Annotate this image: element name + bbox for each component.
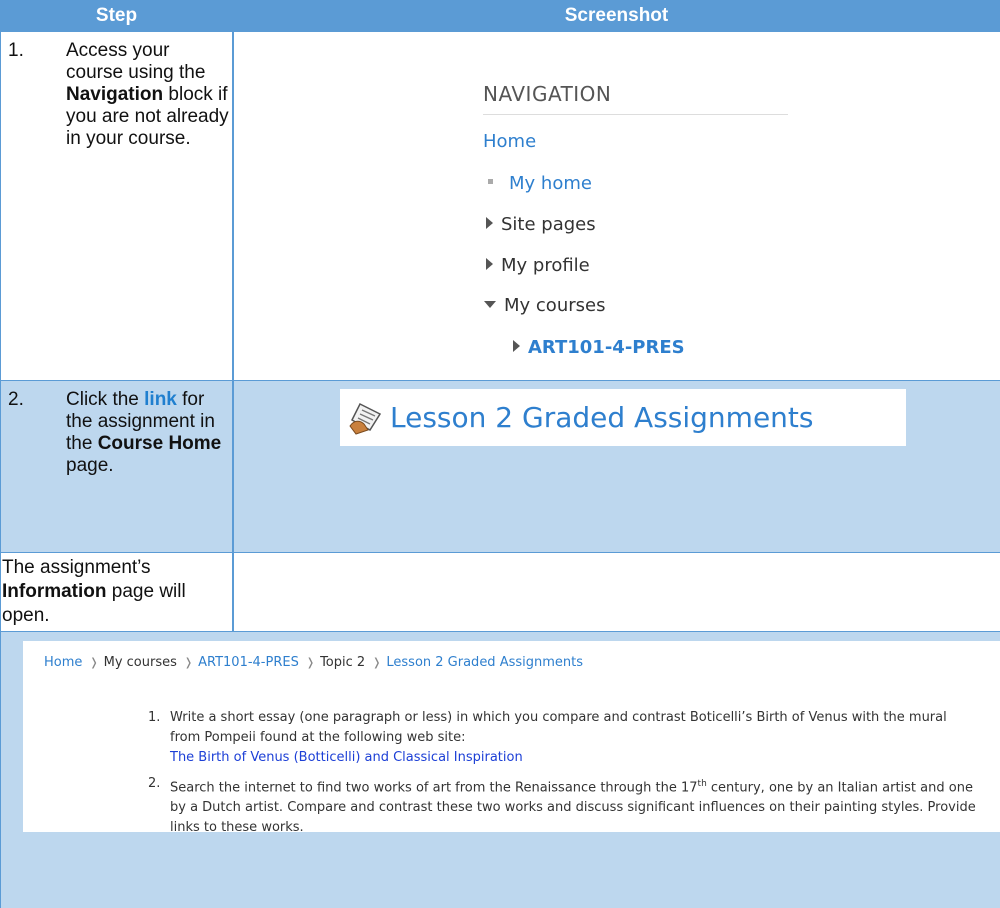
- assignment-item-2: 2. Search the internet to find two works…: [148, 776, 976, 836]
- nav-my-home[interactable]: My home: [483, 173, 592, 194]
- column-divider: [232, 32, 234, 632]
- assignment-list: 1. Write a short essay (one paragraph or…: [148, 708, 978, 844]
- assignment-page-screenshot: Home ❭ My courses ❭ ART101-4-PRES ❭ Topic 2 ❭ Le…: [23, 641, 1000, 835]
- step-1: 1. Access your course using the Navigati…: [0, 32, 232, 380]
- breadcrumb-topic: Topic 2: [320, 655, 366, 670]
- assignment-icon: [349, 402, 382, 435]
- breadcrumb-course[interactable]: ART101-4-PRES: [198, 655, 299, 670]
- header-step: Step: [0, 0, 233, 32]
- navigation-title: NAVIGATION: [483, 82, 788, 115]
- row-divider: [0, 631, 1000, 632]
- step-number: 2.: [8, 389, 24, 410]
- breadcrumb: Home ❭ My courses ❭ ART101-4-PRES ❭ Topic 2 ❭ Le…: [44, 655, 584, 670]
- nav-home[interactable]: Home: [483, 131, 536, 152]
- step-text: Click the link for the assignment in the…: [66, 389, 222, 476]
- navigation-block: NAVIGATION: [483, 82, 788, 115]
- lesson-link[interactable]: Lesson 2 Graded Assignments: [340, 389, 906, 446]
- nav-my-courses[interactable]: My courses: [484, 295, 605, 316]
- expand-arrow-icon: [513, 340, 520, 352]
- step-number: 1.: [8, 40, 24, 61]
- collapse-arrow-icon: [484, 301, 496, 308]
- step-text: Access your course using the Navigation …: [66, 40, 229, 149]
- breadcrumb-my-courses: My courses: [103, 655, 177, 670]
- expand-arrow-icon: [486, 217, 493, 229]
- step-2: 2. Click the link for the assignment in …: [0, 381, 232, 552]
- breadcrumb-lesson[interactable]: Lesson 2 Graded Assignments: [386, 655, 583, 670]
- nav-course-art101[interactable]: ART101-4-PRES: [513, 337, 685, 358]
- instruction-table: Step Screenshot 1. Access your course us…: [0, 0, 1000, 908]
- nav-my-profile[interactable]: My profile: [486, 255, 590, 276]
- assignment-item-1: 1. Write a short essay (one paragraph or…: [148, 710, 947, 765]
- expand-arrow-icon: [486, 258, 493, 270]
- bullet-icon: [488, 179, 493, 184]
- header-screenshot: Screenshot: [233, 0, 1000, 32]
- nav-site-pages[interactable]: Site pages: [486, 214, 596, 235]
- birth-of-venus-link[interactable]: The Birth of Venus (Botticelli) and Clas…: [170, 750, 523, 765]
- lesson-link-label: Lesson 2 Graded Assignments: [390, 401, 814, 434]
- step-result: The assignment’s Information page will o…: [2, 557, 186, 626]
- breadcrumb-home[interactable]: Home: [44, 655, 82, 670]
